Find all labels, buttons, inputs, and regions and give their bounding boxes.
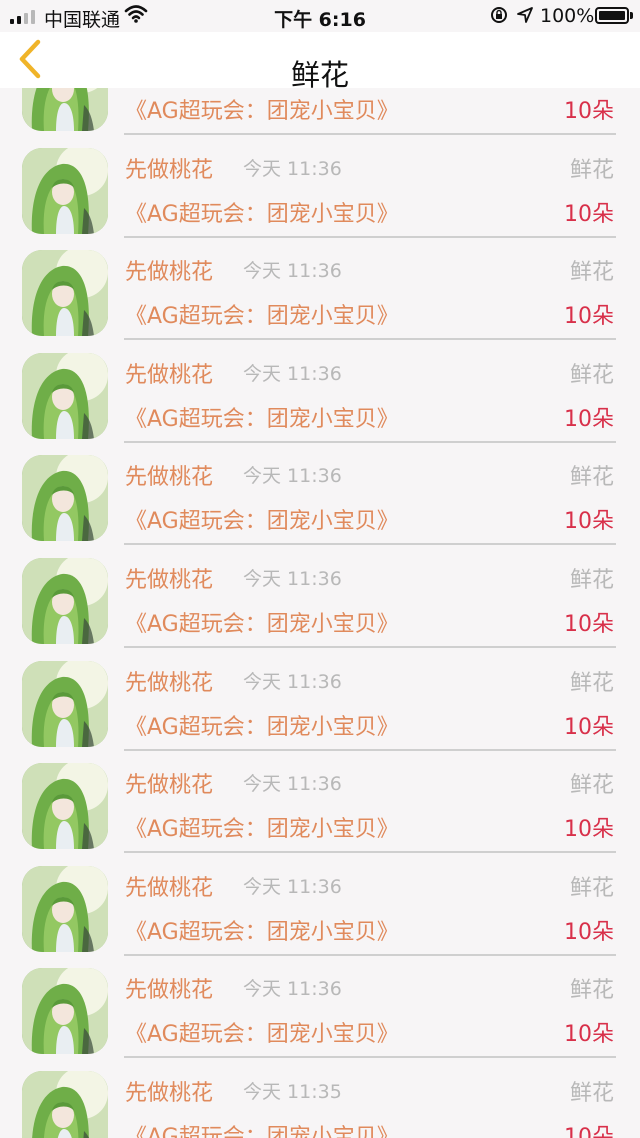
list-item[interactable]: 先做桃花 今天 11:36 鲜花 《AG超玩会：团宠小宝贝》 10朵 <box>0 751 640 854</box>
timestamp: 今天 11:36 <box>243 978 342 1001</box>
sender-name: 先做桃花 <box>125 875 214 901</box>
list-item[interactable]: 先做桃花 今天 11:36 鲜花 《AG超玩会：团宠小宝贝》 10朵 <box>0 341 640 444</box>
avatar-image <box>22 352 108 439</box>
page-title: 鲜花 <box>290 58 349 92</box>
room-title: 《AG超玩会：团宠小宝贝》 <box>125 714 399 740</box>
gift-amount: 10朵 <box>564 817 614 843</box>
avatar[interactable] <box>22 250 108 337</box>
timestamp: 今天 11:36 <box>243 567 342 590</box>
avatar-image <box>22 250 108 337</box>
room-title: 《AG超玩会：团宠小宝贝》 <box>125 1022 399 1048</box>
avatar-image <box>22 557 108 644</box>
room-title: 《AG超玩会：团宠小宝贝》 <box>125 99 399 124</box>
list-item[interactable]: 先做桃花 今天 11:36 鲜花 《AG超玩会：团宠小宝贝》 10朵 <box>0 136 640 239</box>
sender-name: 先做桃花 <box>125 157 214 183</box>
room-title: 《AG超玩会：团宠小宝贝》 <box>125 201 399 227</box>
avatar[interactable] <box>22 763 108 850</box>
gift-record-list[interactable]: 先做桃花 今天 11:36 鲜花 《AG超玩会：团宠小宝贝》 10朵 先做桃花 … <box>0 88 640 1138</box>
avatar[interactable] <box>22 352 108 439</box>
list-item[interactable]: 先做桃花 今天 11:36 鲜花 《AG超玩会：团宠小宝贝》 10朵 <box>0 649 640 752</box>
list-item[interactable]: 先做桃花 今天 11:36 鲜花 《AG超玩会：团宠小宝贝》 10朵 <box>0 854 640 957</box>
gift-type: 鲜花 <box>569 465 614 491</box>
sender-name: 先做桃花 <box>125 260 214 286</box>
avatar[interactable] <box>22 88 108 131</box>
battery-icon <box>595 7 629 24</box>
gift-amount: 10朵 <box>564 1124 614 1138</box>
gift-amount: 10朵 <box>564 509 614 535</box>
room-title: 《AG超玩会：团宠小宝贝》 <box>125 406 399 432</box>
room-title: 《AG超玩会：团宠小宝贝》 <box>125 919 399 945</box>
avatar-image <box>22 763 108 850</box>
sender-name: 先做桃花 <box>125 670 214 696</box>
sender-name: 先做桃花 <box>125 465 214 491</box>
gift-amount: 10朵 <box>564 611 614 637</box>
sender-name: 先做桃花 <box>125 773 214 799</box>
gift-type: 鲜花 <box>569 978 614 1004</box>
list-item[interactable]: 先做桃花 今天 11:36 鲜花 《AG超玩会：团宠小宝贝》 10朵 <box>0 238 640 341</box>
gift-amount: 10朵 <box>564 919 614 945</box>
gift-type: 鲜花 <box>569 260 614 286</box>
list-item[interactable]: 先做桃花 今天 11:36 鲜花 《AG超玩会：团宠小宝贝》 10朵 <box>0 546 640 649</box>
battery-percentage: 100% <box>540 5 595 27</box>
navigation-bar: 鲜花 <box>0 32 640 92</box>
timestamp: 今天 11:36 <box>243 362 342 385</box>
room-title: 《AG超玩会：团宠小宝贝》 <box>125 1124 399 1138</box>
timestamp: 今天 11:35 <box>243 1080 342 1103</box>
avatar-image <box>22 455 108 542</box>
gift-amount: 10朵 <box>564 406 614 432</box>
gift-amount: 10朵 <box>564 714 614 740</box>
sender-name: 先做桃花 <box>125 1080 214 1106</box>
avatar[interactable] <box>22 455 108 542</box>
avatar-image <box>22 865 108 952</box>
timestamp: 今天 11:36 <box>243 773 342 796</box>
status-bar: 中国联通 下午 6:16 100% <box>0 0 640 32</box>
timestamp: 今天 11:36 <box>243 875 342 898</box>
timestamp: 今天 11:36 <box>243 260 342 283</box>
avatar[interactable] <box>22 660 108 747</box>
sender-name: 先做桃花 <box>125 978 214 1004</box>
gift-type: 鲜花 <box>569 670 614 696</box>
avatar-image <box>22 88 108 131</box>
sender-name: 先做桃花 <box>125 567 214 593</box>
list-item[interactable]: 先做桃花 今天 11:36 鲜花 《AG超玩会：团宠小宝贝》 10朵 <box>0 443 640 546</box>
avatar[interactable] <box>22 968 108 1055</box>
rotation-lock-icon <box>491 7 507 23</box>
list-item[interactable]: 先做桃花 今天 11:36 鲜花 《AG超玩会：团宠小宝贝》 10朵 <box>0 956 640 1059</box>
list-item[interactable]: 先做桃花 今天 11:36 鲜花 《AG超玩会：团宠小宝贝》 10朵 <box>0 88 640 136</box>
avatar[interactable] <box>22 557 108 644</box>
gift-type: 鲜花 <box>569 773 614 799</box>
gift-type: 鲜花 <box>569 875 614 901</box>
timestamp: 今天 11:36 <box>243 465 342 488</box>
timestamp: 今天 11:36 <box>243 157 342 180</box>
avatar[interactable] <box>22 865 108 952</box>
avatar-image <box>22 660 108 747</box>
room-title: 《AG超玩会：团宠小宝贝》 <box>125 817 399 843</box>
sender-name: 先做桃花 <box>125 362 214 388</box>
avatar[interactable] <box>22 147 108 234</box>
location-icon <box>517 7 533 23</box>
gift-type: 鲜花 <box>569 157 614 183</box>
gift-type: 鲜花 <box>569 1080 614 1106</box>
room-title: 《AG超玩会：团宠小宝贝》 <box>125 509 399 535</box>
room-title: 《AG超玩会：团宠小宝贝》 <box>125 611 399 637</box>
gift-amount: 10朵 <box>564 201 614 227</box>
list-item[interactable]: 先做桃花 今天 11:35 鲜花 《AG超玩会：团宠小宝贝》 10朵 <box>0 1059 640 1138</box>
room-title: 《AG超玩会：团宠小宝贝》 <box>125 304 399 330</box>
avatar-image <box>22 1070 108 1138</box>
gift-type: 鲜花 <box>569 362 614 388</box>
avatar-image <box>22 147 108 234</box>
gift-amount: 10朵 <box>564 99 614 124</box>
avatar-image <box>22 968 108 1055</box>
gift-amount: 10朵 <box>564 1022 614 1048</box>
timestamp: 今天 11:36 <box>243 670 342 693</box>
gift-type: 鲜花 <box>569 567 614 593</box>
gift-amount: 10朵 <box>564 304 614 330</box>
avatar[interactable] <box>22 1070 108 1138</box>
